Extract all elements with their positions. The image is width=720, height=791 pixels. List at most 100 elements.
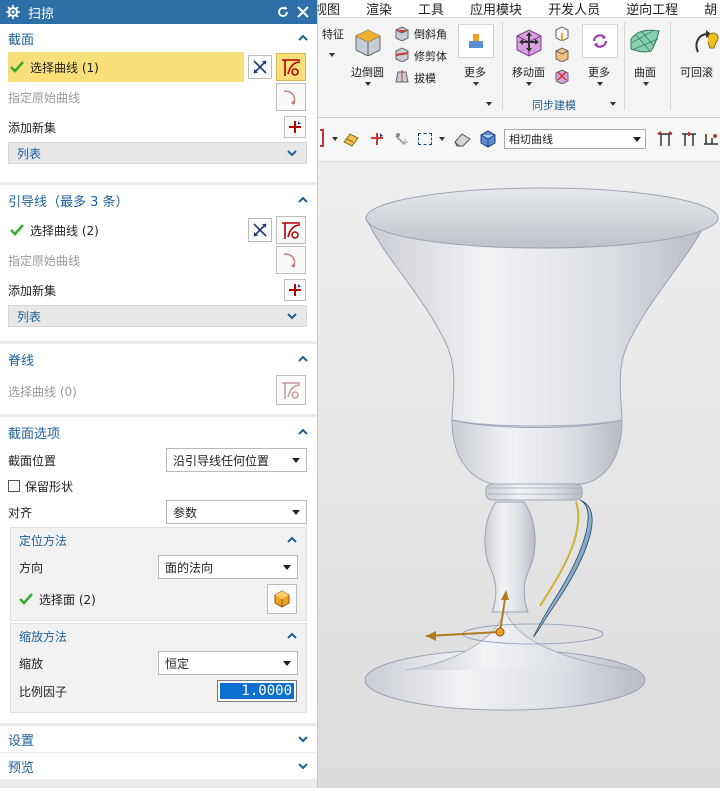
- dropdown-arrow-icon[interactable]: [610, 102, 616, 106]
- move-face-label[interactable]: 移动面: [512, 64, 545, 80]
- direction-dropdown[interactable]: 面的法向: [158, 555, 298, 579]
- dropdown-arrow-icon[interactable]: [526, 82, 532, 86]
- eraser-tool-icon[interactable]: [452, 130, 472, 148]
- add-new-set-button[interactable]: [284, 279, 306, 301]
- sync-tool-3-icon[interactable]: [554, 68, 570, 84]
- menu-applications[interactable]: 应用模块: [470, 0, 522, 17]
- add-new-set-button[interactable]: [284, 116, 306, 138]
- draft-icon[interactable]: [394, 68, 410, 84]
- dropdown-arrow-icon[interactable]: [332, 137, 338, 141]
- origin-point[interactable]: [495, 627, 505, 637]
- profile-select-curve-row[interactable]: 选择曲线 (1): [0, 52, 317, 82]
- dropdown-arrow-icon[interactable]: [643, 82, 649, 86]
- section-options-header[interactable]: 截面选项: [0, 417, 317, 447]
- more-button-1[interactable]: [458, 24, 494, 58]
- path-tool-icon[interactable]: [702, 130, 720, 148]
- chamfer-icon[interactable]: [394, 25, 410, 41]
- guide-curve-highlight[interactable]: [539, 501, 580, 607]
- more-button-2[interactable]: [582, 24, 618, 58]
- section-spine-header[interactable]: 脊线: [0, 344, 317, 374]
- more-label-2[interactable]: 更多: [588, 64, 610, 80]
- keep-shape-row[interactable]: 保留形状: [0, 473, 317, 499]
- stop-at-intersection-icon[interactable]: [656, 130, 674, 148]
- guide-specify-origin-row[interactable]: 指定原始曲线: [0, 245, 317, 275]
- goblet-rim[interactable]: [365, 187, 719, 249]
- preview-section-toggle[interactable]: 预览: [0, 753, 317, 779]
- box-select-icon[interactable]: [418, 133, 432, 145]
- section-profile-header[interactable]: 截面: [0, 24, 317, 52]
- select-face-button[interactable]: [267, 584, 297, 614]
- guide-add-set-row[interactable]: 添加新集: [0, 275, 317, 305]
- specify-origin-button[interactable]: [276, 246, 306, 274]
- reset-icon[interactable]: [275, 4, 291, 20]
- chevron-up-icon[interactable]: [297, 426, 309, 438]
- profile-list-toggle[interactable]: 列表: [8, 142, 307, 164]
- sync-tool-2-icon[interactable]: [554, 46, 570, 62]
- profile-specify-origin-row[interactable]: 指定原始曲线: [0, 82, 317, 112]
- chevron-up-icon[interactable]: [297, 32, 309, 44]
- graphics-viewport[interactable]: [318, 162, 720, 788]
- dropdown-arrow-icon[interactable]: [597, 82, 603, 86]
- dropdown-arrow-icon[interactable]: [329, 53, 335, 57]
- chevron-up-icon[interactable]: [286, 630, 298, 642]
- curve-rule-dropdown[interactable]: 相切曲线: [504, 129, 646, 149]
- goblet-bowl[interactable]: [365, 217, 709, 428]
- more-label-1[interactable]: 更多: [464, 64, 486, 80]
- select-tool-icon[interactable]: [368, 130, 386, 148]
- specify-origin-button[interactable]: [276, 83, 306, 111]
- guide-select-curve-row[interactable]: 选择曲线 (2): [0, 215, 317, 245]
- menu-developer[interactable]: 开发人员: [548, 0, 600, 17]
- chamfer-label[interactable]: 倒斜角: [414, 26, 447, 42]
- spine-select-curve-row[interactable]: 选择曲线 (0): [0, 374, 317, 408]
- x-axis-arrow-icon[interactable]: [426, 631, 436, 641]
- undo-list-icon[interactable]: [690, 26, 720, 58]
- surface-label[interactable]: 曲面: [634, 64, 656, 80]
- dropdown-arrow-icon[interactable]: [473, 82, 479, 86]
- surface-icon[interactable]: [628, 25, 662, 57]
- settings-section-toggle[interactable]: 设置: [0, 726, 317, 752]
- section-position-dropdown[interactable]: 沿引导线任何位置: [166, 448, 307, 472]
- goblet-model[interactable]: [318, 162, 720, 788]
- gear-icon[interactable]: [6, 5, 20, 19]
- follow-fillet-icon[interactable]: [680, 130, 698, 148]
- close-icon[interactable]: [295, 4, 311, 20]
- snap-tool-icon[interactable]: [342, 130, 360, 148]
- keep-shape-checkbox[interactable]: [8, 480, 20, 492]
- point-tool-icon[interactable]: [392, 130, 410, 148]
- select-face-row[interactable]: 选择面 (2): [11, 582, 306, 616]
- undo-list-label[interactable]: 可回滚: [680, 64, 713, 80]
- scale-factor-input[interactable]: 1.0000: [217, 680, 297, 702]
- menu-more[interactable]: 胡: [704, 0, 717, 17]
- scaling-method-header[interactable]: 缩放方法: [11, 624, 306, 648]
- body-filter-icon[interactable]: [478, 129, 498, 149]
- move-face-icon[interactable]: [512, 25, 546, 59]
- goblet-stem[interactable]: [484, 501, 536, 613]
- select-curve-button[interactable]: [276, 216, 306, 244]
- profile-add-set-row[interactable]: 添加新集: [0, 112, 317, 142]
- dropdown-arrow-icon[interactable]: [486, 102, 492, 106]
- menu-reverse-engineering[interactable]: 逆向工程: [626, 0, 678, 17]
- guide-list-toggle[interactable]: 列表: [8, 305, 307, 327]
- select-curve-button[interactable]: [276, 53, 306, 81]
- edge-blend-icon[interactable]: [352, 26, 382, 56]
- chevron-up-icon[interactable]: [297, 353, 309, 365]
- feature-label[interactable]: 特征: [322, 26, 344, 42]
- reverse-direction-button[interactable]: [248, 55, 272, 79]
- draft-label[interactable]: 拔模: [414, 70, 436, 86]
- spine-select-curve-button[interactable]: [276, 375, 306, 405]
- goblet-lower-bowl[interactable]: [451, 419, 623, 485]
- trim-body-icon[interactable]: [394, 46, 410, 62]
- chevron-up-icon[interactable]: [297, 194, 309, 206]
- edge-blend-label[interactable]: 边倒圆: [351, 64, 384, 80]
- goblet-rings[interactable]: [485, 483, 583, 501]
- reverse-direction-button[interactable]: [248, 218, 272, 242]
- trim-body-label[interactable]: 修剪体: [414, 48, 447, 64]
- menu-tools[interactable]: 工具: [418, 0, 444, 17]
- chevron-up-icon[interactable]: [286, 534, 298, 546]
- section-guide-header[interactable]: 引导线（最多 3 条）: [0, 185, 317, 215]
- sync-tool-1-icon[interactable]: [554, 25, 570, 41]
- alignment-dropdown[interactable]: 参数: [166, 500, 307, 524]
- scale-dropdown[interactable]: 恒定: [158, 651, 298, 675]
- menu-render[interactable]: 渲染: [366, 0, 392, 17]
- dropdown-arrow-icon[interactable]: [365, 82, 371, 86]
